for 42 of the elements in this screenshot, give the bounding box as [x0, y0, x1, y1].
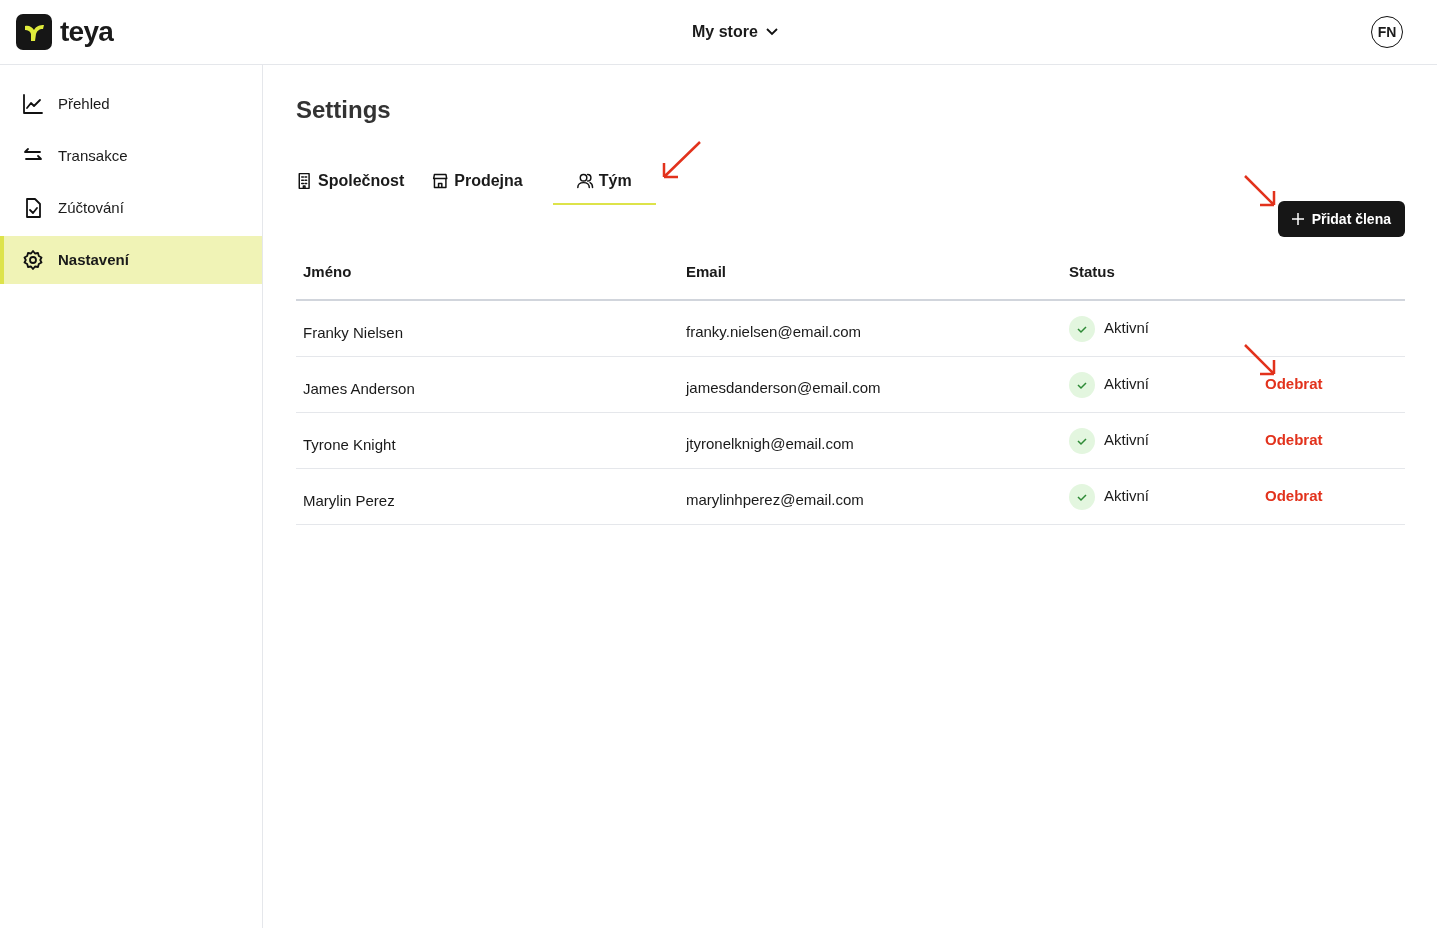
plus-icon [1291, 213, 1304, 225]
status-text: Aktivní [1104, 430, 1149, 451]
users-icon [576, 172, 595, 190]
annotation-arrow [660, 140, 702, 180]
remove-link[interactable]: Odebrat [1265, 373, 1323, 396]
check-icon [1069, 483, 1095, 510]
member-name: Marylin Perez [302, 491, 395, 512]
annotation-arrow [1243, 343, 1277, 377]
column-header: Status [1069, 261, 1116, 282]
sidebar-item[interactable]: Nastavení [0, 236, 262, 284]
logo-icon [16, 14, 52, 50]
remove-link[interactable]: Odebrat [1265, 485, 1323, 508]
tab[interactable]: Prodejna [432, 159, 551, 205]
check-icon [1069, 427, 1095, 454]
member-email: jamesdanderson@email.com [686, 378, 881, 399]
member-email: jtyronelknigh@email.com [686, 434, 854, 455]
logo-text: teya [60, 15, 114, 49]
status-text: Aktivní [1104, 486, 1149, 507]
check-icon [1069, 371, 1095, 398]
sidebar-item[interactable]: Přehled [0, 80, 262, 128]
chevron-down-icon [765, 28, 778, 36]
column-header: Jméno [302, 261, 353, 282]
store-dropdown[interactable]: My store [692, 20, 778, 44]
tab[interactable]: Tým [552, 159, 656, 205]
add-member-button[interactable]: Přidat člena [1277, 201, 1405, 237]
sidebar-item[interactable]: Transakce [0, 132, 262, 180]
member-email: marylinhperez@email.com [686, 490, 864, 511]
chart-icon [22, 93, 44, 115]
remove-link[interactable]: Odebrat [1265, 429, 1323, 452]
annotation-arrow [1243, 174, 1277, 208]
member-email: franky.nielsen@email.com [686, 322, 861, 343]
column-header: Email [686, 261, 728, 282]
page-title: Settings [296, 95, 392, 125]
status-text: Aktivní [1104, 318, 1149, 339]
member-name: Franky Nielsen [302, 323, 404, 344]
settings-icon [22, 249, 44, 271]
status-text: Aktivní [1104, 374, 1149, 395]
tab[interactable]: Společnost [296, 159, 433, 205]
check-icon [1069, 315, 1095, 342]
member-name: James Anderson [302, 379, 415, 400]
sidebar-item[interactable]: Zúčtování [0, 184, 262, 232]
member-name: Tyrone Knight [302, 435, 396, 456]
